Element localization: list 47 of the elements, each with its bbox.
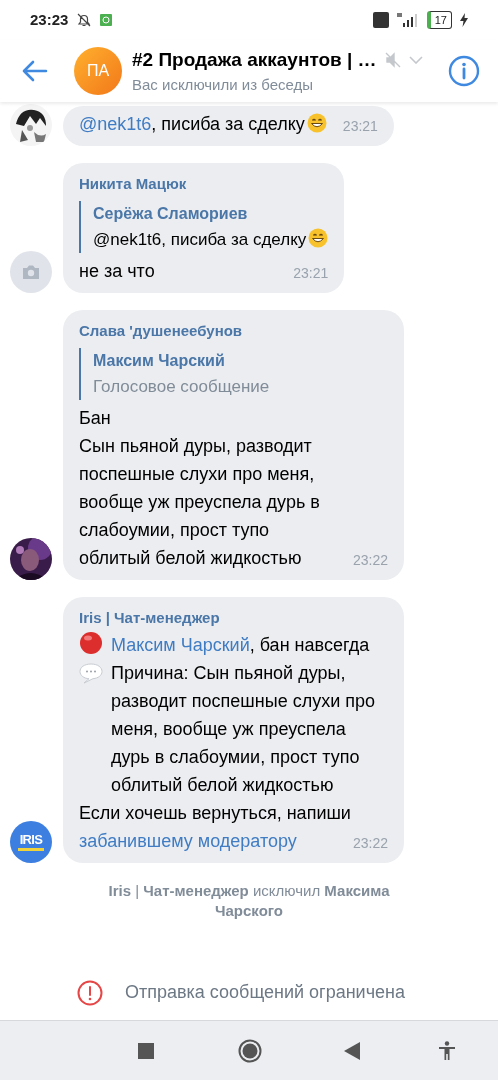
mention-link[interactable]: Максим Чарский bbox=[111, 635, 250, 655]
battery-indicator: 17 bbox=[426, 11, 452, 29]
message-text: Голосовое сообщение bbox=[93, 377, 270, 396]
message-text: , бан навсегда bbox=[249, 635, 370, 655]
sender-name[interactable]: Никита Мацюк bbox=[79, 171, 329, 197]
charging-icon bbox=[460, 13, 468, 27]
app-notification-icon bbox=[100, 14, 113, 26]
home-icon[interactable] bbox=[238, 1038, 262, 1063]
message-text: , писиба за сделку bbox=[151, 114, 305, 134]
message-time: 23:21 bbox=[292, 264, 329, 283]
status-time: 23:23 bbox=[30, 9, 69, 30]
message-time: 23:22 bbox=[351, 551, 388, 570]
speech-bubble-icon bbox=[79, 662, 103, 684]
grinning-emoji-icon bbox=[306, 113, 327, 133]
logo-text: IRIS bbox=[19, 833, 43, 846]
system-message: Iris | Чат-менеджер исключил Максима Чарского bbox=[107, 881, 391, 921]
message-time: 23:22 bbox=[351, 834, 388, 853]
quoted-message[interactable]: Серёжа Сламориев @nek1t6, писиба за сделку bbox=[79, 201, 329, 253]
recent-apps-icon[interactable] bbox=[138, 1042, 154, 1059]
chat-title[interactable]: #2 Продажа аккаунтов | … bbox=[132, 45, 377, 74]
message-text: не за что bbox=[79, 261, 155, 281]
restriction-notice: Отправка сообщений ограничена bbox=[125, 981, 405, 1004]
back-icon[interactable] bbox=[344, 1041, 360, 1060]
quoted-message[interactable]: Максим Чарский Голосовое сообщение bbox=[79, 348, 388, 400]
message-text: @nek1t6, писиба за сделку bbox=[93, 230, 307, 249]
back-arrow-icon[interactable] bbox=[22, 60, 48, 82]
message-text: Причина: Сын пьяной дуры, разводит поспешные слухи про меня, вообще уж преуспела дурь в слабоумии, прост тупо облитый белой жидкостью bbox=[111, 663, 376, 795]
chat-subtitle: Вас исключили из беседы bbox=[132, 75, 315, 95]
signal-icon bbox=[396, 13, 419, 27]
bell-off-icon bbox=[76, 12, 93, 28]
message-text: Бан bbox=[79, 408, 111, 428]
accessibility-icon[interactable] bbox=[438, 1040, 456, 1061]
message-text: Если хочешь вернуться, напиши bbox=[79, 803, 351, 823]
sender-name[interactable]: Слава 'душенеебунов bbox=[79, 318, 388, 344]
warning-icon bbox=[77, 979, 103, 1006]
message-time: 23:21 bbox=[341, 117, 378, 136]
sender-name[interactable]: Iris | Чат-менеджер bbox=[79, 605, 388, 631]
quoted-author: Серёжа Сламориев bbox=[93, 204, 249, 224]
quoted-author: Максим Чарский bbox=[93, 351, 226, 371]
grinning-emoji-icon bbox=[308, 228, 329, 248]
info-icon[interactable] bbox=[448, 55, 480, 87]
circle-emoji-icon bbox=[79, 631, 103, 655]
chat-avatar[interactable]: ПА bbox=[74, 47, 122, 95]
camera-avatar-icon bbox=[10, 251, 52, 293]
message-text: Сын пьяной дуры, разводит поспешные слухи про меня, вообще уж преуспела дурь в слабоумии, прост тупо облитый белой жидкостью bbox=[79, 436, 320, 568]
mention-link[interactable]: забанившему модератору bbox=[79, 831, 297, 851]
mention-link[interactable]: @nek1t6 bbox=[79, 114, 152, 134]
